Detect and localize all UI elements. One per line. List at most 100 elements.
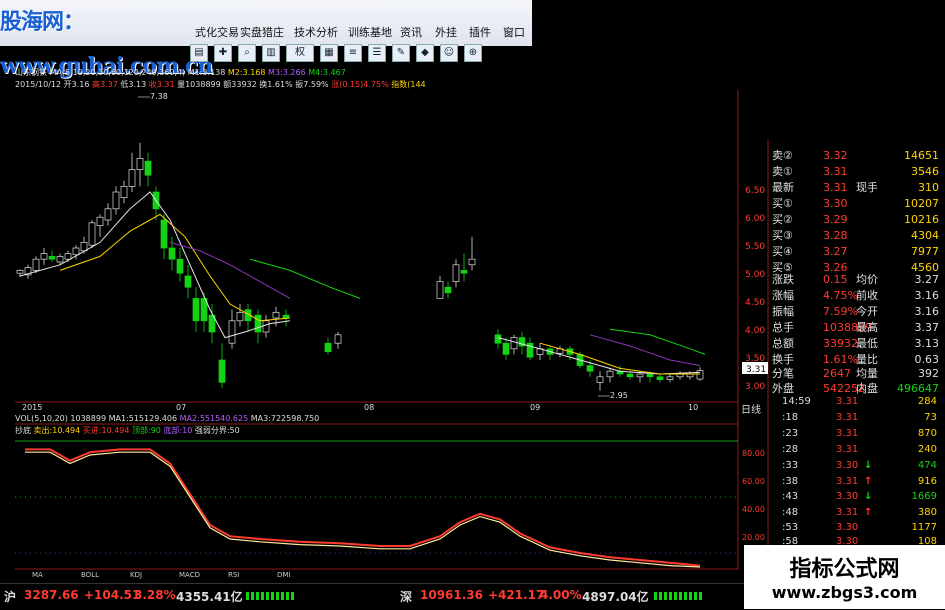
tick-price: 3.31 [836, 396, 859, 407]
vol-value: VOL(5,10,20) 1038899 [15, 414, 107, 423]
arrow-up-icon: ↑ [864, 476, 873, 487]
quote-volume: 3.37 [914, 321, 940, 334]
tick-row: :33 3.30 ↓ 474 [782, 458, 937, 474]
candle-46 [546, 346, 554, 360]
candle-28 [244, 304, 252, 332]
candlesticks [16, 142, 704, 391]
candle-39 [468, 236, 476, 271]
tick-volume: 73 [924, 412, 937, 423]
quote-row: 涨跌 0.15 均价 3.27 [770, 272, 945, 287]
tick-row: :43 3.30 ↓ 1669 [782, 489, 937, 505]
quote-label: 买③ [772, 229, 793, 242]
tick-time: :23 [782, 428, 799, 439]
ma-lines [19, 191, 706, 375]
tab-boll[interactable]: BOLL [81, 571, 99, 579]
quote-row: 换手 1.61% 量比 0.63 [770, 352, 945, 367]
quote-price: 3.28 [823, 229, 848, 242]
price-tick-6: 3.50 [745, 354, 766, 364]
tick-volume: 240 [917, 444, 937, 455]
tick-time: :48 [782, 507, 799, 518]
price-tick-4: 4.50 [745, 298, 766, 308]
vol-ma1: MA1:515129.406 [108, 414, 178, 423]
tick-volume: 1669 [911, 491, 937, 502]
tick-row: :38 3.31 ↑ 916 [782, 474, 937, 490]
quote-label: 买④ [772, 245, 793, 258]
candle-13 [120, 180, 128, 204]
high-label: 7.38 [150, 92, 168, 101]
sh-change: +104.51 [84, 588, 141, 602]
candle-20 [176, 248, 184, 282]
candle-21 [184, 264, 192, 299]
candle-27 [236, 304, 244, 327]
candle-19 [168, 236, 176, 271]
quote-row: 卖② 3.32 14651 [770, 148, 945, 163]
indicator-top: 顶部:90 [132, 426, 161, 435]
quote-volume: 14651 [904, 149, 939, 162]
tick-price: 3.30 [836, 491, 859, 502]
indicator-tick-2: 40.00 [742, 505, 765, 514]
quote-price: 3.30 [823, 197, 848, 210]
tab-ma[interactable]: MA [32, 571, 43, 579]
quote-row: 买① 3.30 10207 [770, 196, 945, 211]
quote-price: 3.31 [823, 181, 848, 194]
indicator-tick-1: 60.00 [742, 477, 765, 486]
tab-dmi[interactable]: DMI [277, 571, 291, 579]
watermark-url: www.zbgs3.com [771, 583, 918, 602]
sz-value: 10961.36 [420, 588, 484, 602]
vol-ma3: MA3:722598.750 [250, 414, 320, 423]
quote-row: 买② 3.29 10216 [770, 212, 945, 227]
quote-price: 4.75% [823, 289, 858, 302]
quote-mid-label: 今开 [856, 305, 878, 318]
candle-41 [502, 337, 510, 360]
tick-time: :33 [782, 460, 799, 471]
quote-label: 总额 [772, 337, 794, 350]
tick-row: :23 3.31 870 [782, 426, 937, 442]
sh-amount: 4355.41亿 [176, 590, 243, 604]
indicator-tick-0: 80.00 [742, 449, 765, 458]
tick-price: 3.31 [836, 476, 859, 487]
quote-row: 买④ 3.27 7977 [770, 244, 945, 259]
quote-volume: 0.63 [914, 353, 940, 366]
price-tick-1: 6.00 [745, 214, 766, 224]
date-tick-2: 08 [364, 403, 375, 412]
tab-rsi[interactable]: RSI [228, 571, 239, 579]
vol-info-line: VOL(5,10,20) 1038899 MA1:515129.406 MA2:… [15, 414, 319, 424]
sz-bar [654, 592, 704, 600]
quote-volume: 10216 [904, 213, 939, 226]
arrow-down-icon: ↓ [864, 491, 873, 502]
indicator-tick-3: 20.00 [742, 533, 765, 542]
candle-45 [536, 343, 544, 360]
quote-price: 0.15 [823, 273, 848, 286]
quote-row: 买③ 3.28 4304 [770, 228, 945, 243]
sh-percent: 3.28% [134, 588, 176, 602]
quote-row: 分笔 2647 均量 392 [770, 366, 945, 381]
indicator-bottom: 底部:10 [163, 426, 193, 435]
sz-label: 深 [400, 590, 413, 604]
candle-11 [104, 203, 112, 226]
indicator-sell: 卖出:10.494 [33, 426, 81, 435]
arrow-up-icon: ↑ [864, 507, 873, 518]
quote-price: 3.29 [823, 213, 848, 226]
quote-price: 2647 [823, 367, 851, 380]
price-grid [15, 191, 738, 389]
vol-ma2: MA2:551540.625 [179, 414, 249, 423]
quote-row: 最新 3.31 现手 310 [770, 180, 945, 195]
tick-row: :48 3.31 ↑ 380 [782, 505, 937, 521]
quote-volume: 3.16 [914, 289, 940, 302]
candle-33 [324, 337, 332, 355]
quote-mid-label: 现手 [856, 181, 878, 194]
price-tick-2: 5.50 [745, 242, 766, 252]
tick-volume: 916 [917, 476, 937, 487]
tick-price: 3.31 [836, 428, 859, 439]
tick-price: 3.31 [836, 412, 859, 423]
quote-row: 总额 33932 最低 3.13 [770, 336, 945, 351]
tab-kdj[interactable]: KDJ [130, 571, 142, 579]
daily-label[interactable]: 日线 [741, 401, 761, 416]
tab-macd[interactable]: MACD [179, 571, 200, 579]
quote-row: 涨幅 4.75% 前收 3.16 [770, 288, 945, 303]
quote-price: 33932 [823, 337, 858, 350]
candle-36 [444, 281, 452, 299]
quote-price: 1.61% [823, 353, 858, 366]
quote-mid-label: 最高 [856, 321, 878, 334]
tick-price: 3.31 [836, 444, 859, 455]
